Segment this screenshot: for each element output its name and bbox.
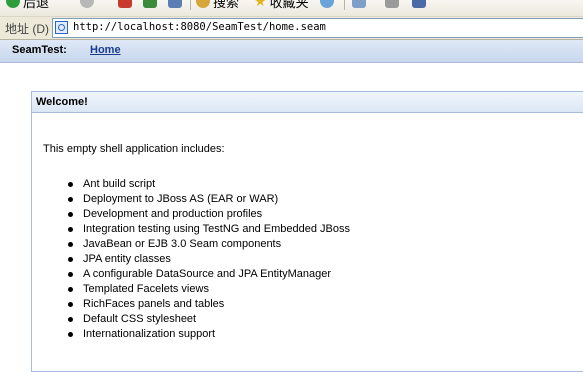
list-item: Development and production profiles — [68, 207, 350, 222]
stop-icon — [118, 0, 132, 8]
bullet-icon — [68, 287, 73, 292]
feature-text: Default CSS stylesheet — [83, 313, 197, 325]
feature-text: Ant build script — [83, 178, 156, 190]
bullet-icon — [68, 302, 73, 307]
print-icon — [385, 0, 399, 8]
welcome-panel: Welcome! This empty shell application in… — [31, 91, 583, 372]
bullet-icon — [68, 332, 73, 337]
media-button[interactable] — [320, 0, 337, 9]
list-item: Templated Facelets views — [68, 282, 350, 297]
feature-list: Ant build script Deployment to JBoss AS … — [68, 177, 351, 342]
feature-text: JavaBean or EJB 3.0 Seam components — [83, 238, 282, 250]
list-item: Default CSS stylesheet — [68, 312, 350, 327]
list-item: JPA entity classes — [68, 252, 350, 267]
home-icon — [168, 0, 182, 8]
favorites-button[interactable]: ★ 收藏夹 — [254, 0, 309, 10]
address-bar: 地址 (D) http://localhost:8080/SeamTest/ho… — [0, 17, 583, 40]
back-label: 后退 — [23, 0, 50, 10]
toolbar-separator — [344, 0, 345, 10]
feature-text: JPA entity classes — [83, 253, 171, 265]
edit-icon — [412, 0, 426, 8]
app-title: SeamTest: — [12, 44, 67, 56]
stop-button[interactable] — [118, 0, 135, 9]
list-item: JavaBean or EJB 3.0 Seam components — [68, 237, 350, 252]
edit-button[interactable] — [412, 0, 429, 9]
app-menu-bar: SeamTest: Home — [0, 40, 583, 63]
bullet-icon — [68, 317, 73, 322]
back-button[interactable]: 后退 — [6, 0, 50, 10]
feature-text: Templated Facelets views — [83, 283, 209, 295]
toolbar-separator — [190, 0, 191, 10]
media-icon — [320, 0, 334, 8]
intro-text: This empty shell application includes: — [43, 143, 225, 155]
bullet-icon — [68, 197, 73, 202]
list-item: Deployment to JBoss AS (EAR or WAR) — [68, 192, 350, 207]
bullet-icon — [68, 227, 73, 232]
browser-toolbar: 后退 搜索 ★ 收藏夹 — [0, 0, 583, 17]
refresh-button[interactable] — [143, 0, 160, 9]
history-button[interactable] — [352, 0, 369, 9]
search-icon — [196, 0, 210, 8]
list-item: RichFaces panels and tables — [68, 297, 350, 312]
address-url: http://localhost:8080/SeamTest/home.seam — [73, 21, 326, 33]
refresh-icon — [143, 0, 157, 8]
search-button[interactable]: 搜索 — [196, 0, 240, 10]
back-arrow-icon — [6, 0, 20, 8]
bullet-icon — [68, 257, 73, 262]
panel-title: Welcome! — [36, 96, 88, 108]
favorites-label: 收藏夹 — [269, 0, 309, 10]
list-item: Ant build script — [68, 177, 350, 192]
history-icon — [352, 0, 366, 8]
feature-text: Development and production profiles — [83, 208, 263, 220]
feature-text: Integration testing using TestNG and Emb… — [83, 223, 351, 235]
bullet-icon — [68, 182, 73, 187]
feature-text: Deployment to JBoss AS (EAR or WAR) — [83, 193, 279, 205]
home-button[interactable] — [168, 0, 185, 9]
bullet-icon — [68, 212, 73, 217]
bullet-icon — [68, 272, 73, 277]
star-icon: ★ — [254, 0, 267, 9]
feature-text: A configurable DataSource and JPA Entity… — [83, 268, 332, 280]
bullet-icon — [68, 242, 73, 247]
list-item: Internationalization support — [68, 327, 350, 342]
list-item: Integration testing using TestNG and Emb… — [68, 222, 351, 237]
feature-text: Internationalization support — [83, 328, 216, 340]
address-label: 地址 (D) — [5, 22, 49, 36]
search-label: 搜索 — [213, 0, 240, 10]
print-button[interactable] — [385, 0, 402, 9]
list-item: A configurable DataSource and JPA Entity… — [68, 267, 350, 282]
forward-button[interactable] — [80, 0, 97, 9]
address-input[interactable]: http://localhost:8080/SeamTest/home.seam — [52, 18, 583, 38]
panel-header: Welcome! — [32, 92, 583, 113]
forward-arrow-icon — [80, 0, 94, 8]
home-link[interactable]: Home — [90, 44, 121, 56]
page-icon — [55, 21, 68, 34]
feature-text: RichFaces panels and tables — [83, 298, 225, 310]
